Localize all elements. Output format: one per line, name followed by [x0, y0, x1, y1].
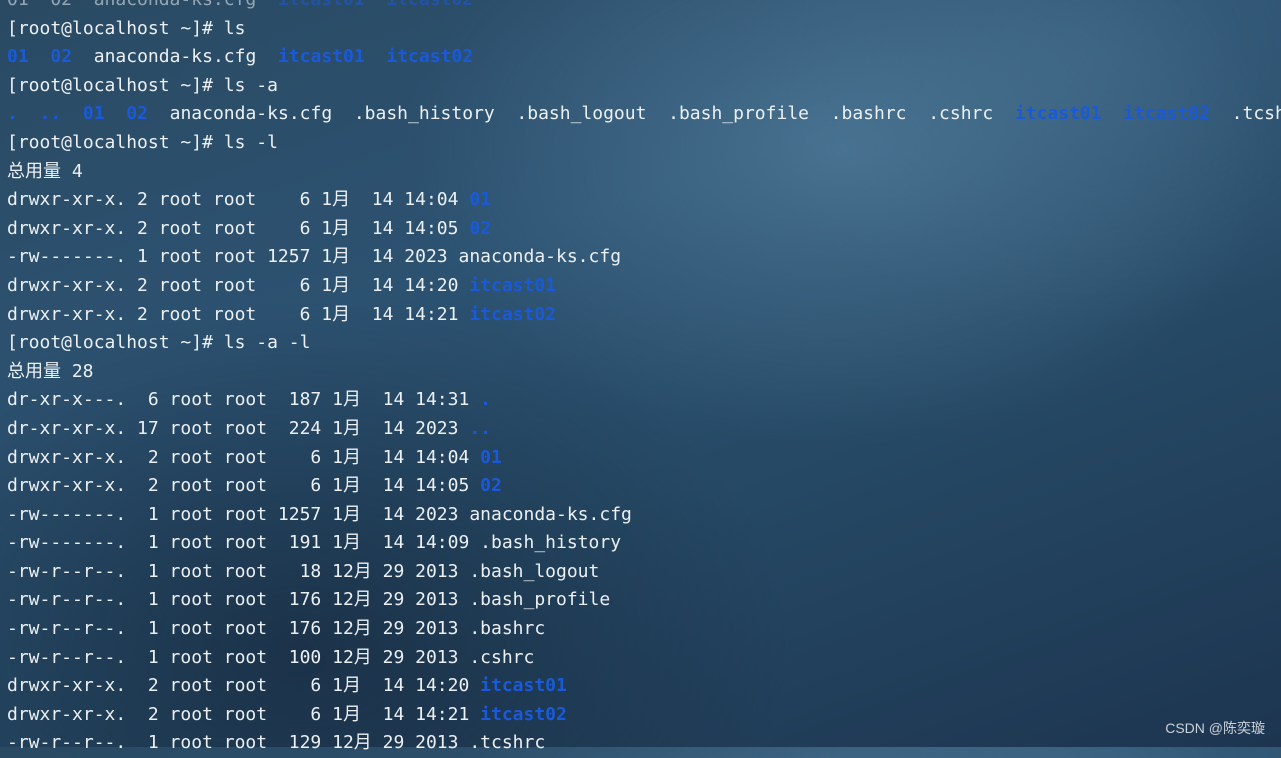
terminal-line: -rw-r--r--. 1 root root 100 12月 29 2013 …: [7, 644, 1281, 673]
terminal-text: anaconda-ks.cfg: [72, 46, 278, 68]
terminal-text: [root@localhost ~]# ls -a: [7, 74, 278, 96]
terminal-line: -rw-------. 1 root root 1257 1月 14 2023 …: [7, 243, 1281, 272]
terminal-line: -rw-r--r--. 1 root root 129 12月 29 2013 …: [7, 729, 1281, 758]
terminal-text: -rw-------. 1 root root 191 1月 14 14:09 …: [7, 532, 622, 554]
directory-name: itcast01: [469, 274, 557, 296]
terminal-line: -rw-------. 1 root root 1257 1月 14 2023 …: [7, 501, 1281, 530]
terminal-line: dr-xr-xr-x. 17 root root 224 1月 14 2023 …: [7, 415, 1281, 444]
terminal-text: [root@localhost ~]# ls -l: [7, 131, 278, 153]
terminal-text: -rw-r--r--. 1 root root 18 12月 29 2013 .…: [7, 560, 600, 582]
terminal-text: drwxr-xr-x. 2 root root 6 1月 14 14:04: [7, 189, 470, 211]
terminal-line: . .. 01 02 anaconda-ks.cfg .bash_history…: [7, 100, 1281, 129]
terminal-line: drwxr-xr-x. 2 root root 6 1月 14 14:21 it…: [7, 701, 1281, 730]
directory-name: itcast01: [480, 675, 567, 697]
terminal-text: [root@localhost ~]# ls -a -l: [7, 332, 311, 354]
terminal-text: drwxr-xr-x. 2 root root 6 1月 14 14:20: [7, 274, 470, 296]
terminal-line: 01 02 anaconda-ks.cfg itcast01 itcast02: [7, 0, 1281, 15]
terminal-line: [root@localhost ~]# ls: [7, 15, 1281, 44]
terminal-text: -rw-r--r--. 1 root root 176 12月 29 2013 …: [7, 589, 611, 611]
terminal-line: [root@localhost ~]# ls -l: [7, 129, 1281, 158]
directory-name: 01: [82, 103, 105, 125]
terminal-text: 总用量 4: [7, 160, 83, 182]
terminal-text: dr-xr-xr-x. 17 root root 224 1月 14 2023: [7, 417, 470, 439]
directory-name: 01: [480, 446, 502, 468]
directory-name: 02: [50, 46, 73, 68]
directory-name: itcast02: [1123, 103, 1210, 125]
directory-name: itcast02: [469, 303, 557, 325]
terminal-line: [root@localhost ~]# ls -a: [7, 72, 1281, 101]
terminal-line: drwxr-xr-x. 2 root root 6 1月 14 14:05 02: [7, 472, 1281, 501]
terminal-text: -rw-r--r--. 1 root root 100 12月 29 2013 …: [7, 646, 535, 668]
terminal-text: 总用量 28: [7, 360, 94, 382]
directory-name: 02: [480, 475, 502, 497]
terminal-text: -rw-r--r--. 1 root root 176 12月 29 2013 …: [7, 618, 546, 640]
terminal-line: drwxr-xr-x. 2 root root 6 1月 14 14:04 01: [7, 444, 1281, 473]
terminal-line: -rw-r--r--. 1 root root 18 12月 29 2013 .…: [7, 558, 1281, 587]
terminal-text: drwxr-xr-x. 2 root root 6 1月 14 14:04: [7, 446, 481, 468]
directory-name: itcast01: [277, 46, 365, 68]
directory-name: itcast02: [386, 46, 474, 68]
directory-name: . ..: [7, 103, 62, 125]
directory-name: itcast02: [386, 0, 473, 10]
terminal-text: anaconda-ks.cfg .bash_history .bash_logo…: [147, 103, 1015, 125]
terminal-text: drwxr-xr-x. 2 root root 6 1月 14 14:21: [7, 703, 481, 725]
directory-name: 02: [126, 103, 148, 125]
terminal-text: drwxr-xr-x. 2 root root 6 1月 14 14:05: [7, 217, 470, 239]
terminal-text: dr-xr-x---. 6 root root 187 1月 14 14:31: [7, 389, 481, 411]
csdn-watermark: CSDN @陈奕璇: [1165, 720, 1265, 736]
directory-name: 02: [469, 217, 492, 239]
directory-name: itcast02: [480, 703, 567, 725]
terminal-line: 总用量 28: [7, 358, 1281, 387]
terminal-output[interactable]: 01 02 anaconda-ks.cfg itcast01 itcast02[…: [7, 0, 1281, 758]
terminal-line: [root@localhost ~]# ls -a -l: [7, 329, 1281, 358]
terminal-text: 01 02 anaconda-ks.cfg: [7, 0, 278, 10]
terminal-text: [root@localhost ~]# ls: [7, 17, 246, 39]
terminal-line: drwxr-xr-x. 2 root root 6 1月 14 14:21 it…: [7, 301, 1281, 330]
terminal-line: dr-xr-x---. 6 root root 187 1月 14 14:31 …: [7, 386, 1281, 415]
directory-name: .: [480, 389, 491, 411]
terminal-line: drwxr-xr-x. 2 root root 6 1月 14 14:20 it…: [7, 672, 1281, 701]
directory-name: 01: [7, 46, 29, 68]
directory-name: 01: [469, 189, 492, 211]
terminal-line: 01 02 anaconda-ks.cfg itcast01 itcast02: [7, 43, 1281, 72]
directory-name: ..: [469, 417, 492, 439]
directory-name: itcast01: [1014, 103, 1102, 125]
terminal-text: drwxr-xr-x. 2 root root 6 1月 14 14:05: [7, 475, 481, 497]
directory-name: itcast01: [278, 0, 365, 10]
terminal-line: 总用量 4: [7, 158, 1281, 187]
terminal-text: -rw-------. 1 root root 1257 1月 14 2023 …: [7, 503, 632, 525]
terminal-line: -rw-------. 1 root root 191 1月 14 14:09 …: [7, 529, 1281, 558]
terminal-line: drwxr-xr-x. 2 root root 6 1月 14 14:20 it…: [7, 272, 1281, 301]
terminal-text: -rw-------. 1 root root 1257 1月 14 2023 …: [7, 246, 622, 268]
terminal-text: drwxr-xr-x. 2 root root 6 1月 14 14:21: [7, 303, 470, 325]
terminal-line: -rw-r--r--. 1 root root 176 12月 29 2013 …: [7, 586, 1281, 615]
terminal-text: -rw-r--r--. 1 root root 129 12月 29 2013 …: [7, 732, 546, 754]
terminal-line: drwxr-xr-x. 2 root root 6 1月 14 14:05 02: [7, 215, 1281, 244]
terminal-text: .tcshrc: [1231, 103, 1281, 125]
terminal-line: -rw-r--r--. 1 root root 176 12月 29 2013 …: [7, 615, 1281, 644]
terminal-line: drwxr-xr-x. 2 root root 6 1月 14 14:04 01: [7, 186, 1281, 215]
terminal-text: drwxr-xr-x. 2 root root 6 1月 14 14:20: [7, 675, 481, 697]
